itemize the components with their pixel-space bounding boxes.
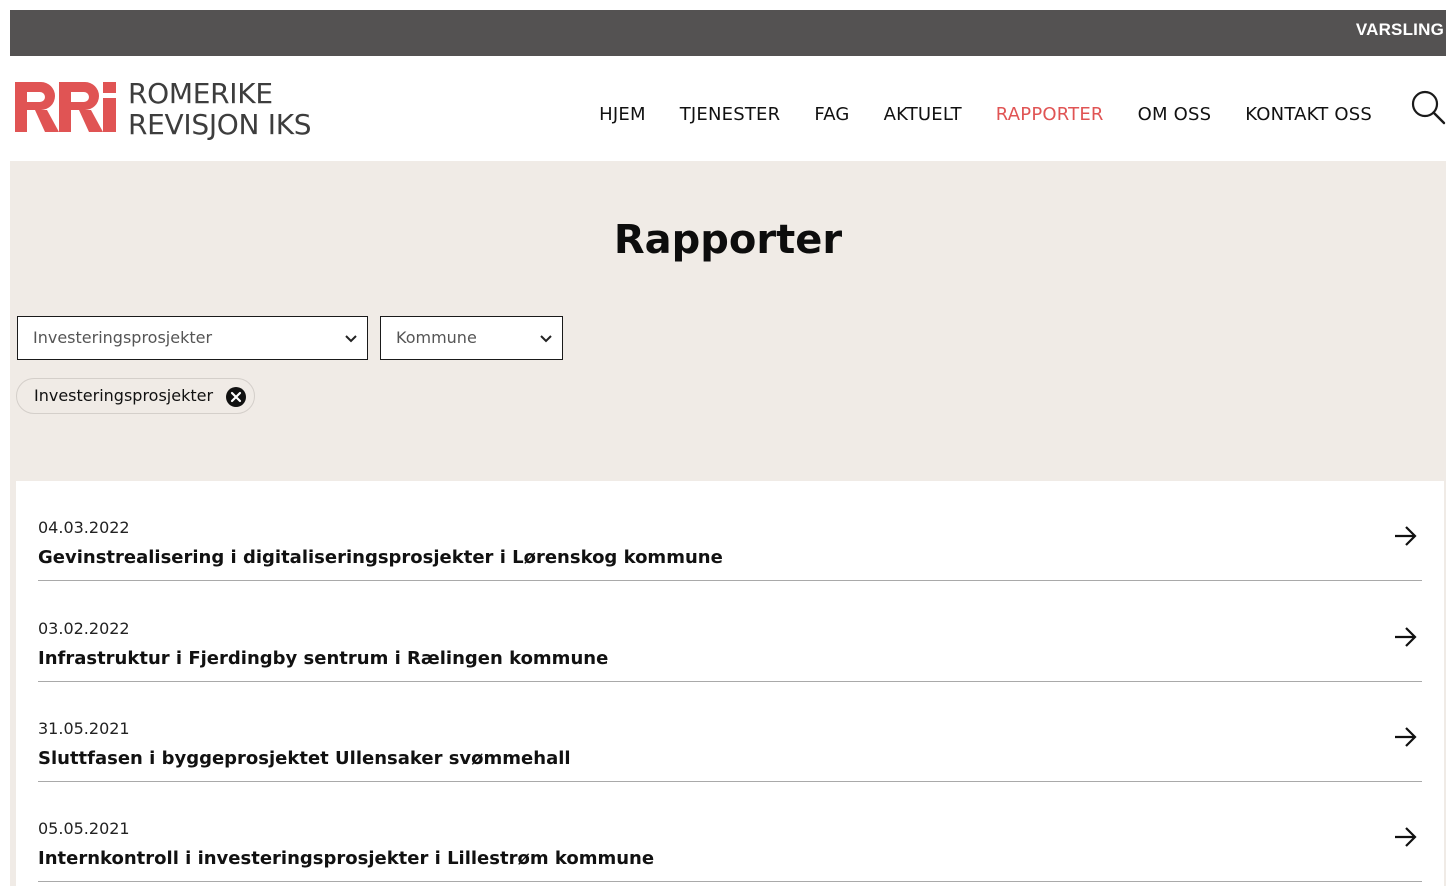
report-title: Internkontroll i investeringsprosjekter … (38, 848, 655, 869)
arrow-right-icon (1395, 627, 1417, 647)
logo-line1: ROMERIKE (128, 77, 273, 110)
search-icon (1411, 90, 1446, 125)
nav-item-fag[interactable]: FAG (814, 104, 849, 125)
municipality-select-value: Kommune (396, 328, 477, 347)
nav-item-hjem[interactable]: HJEM (599, 104, 646, 125)
chevron-down-icon (540, 335, 552, 343)
remove-filter-icon[interactable] (225, 386, 247, 408)
page-title: Rapporter (613, 217, 843, 263)
logo-link[interactable]: ROMERIKE REVISJON IKS (15, 77, 315, 141)
arrow-right-icon (1395, 526, 1417, 546)
report-date: 05.05.2021 (38, 819, 130, 838)
report-title: Sluttfasen i byggeprosjektet Ullensaker … (38, 748, 571, 769)
search-button[interactable] (1410, 89, 1446, 125)
nav-item-om-oss[interactable]: OM OSS (1138, 104, 1212, 125)
report-item[interactable]: 04.03.2022 Gevinstrealisering i digitali… (38, 481, 1422, 581)
logo-text: ROMERIKE REVISJON IKS (128, 77, 312, 141)
main-nav: HJEM TJENESTER FAG AKTUELT RAPPORTER OM … (599, 104, 1372, 125)
rri-logo-icon (15, 82, 116, 132)
report-list: 04.03.2022 Gevinstrealisering i digitali… (16, 481, 1444, 886)
chevron-down-icon (345, 335, 357, 343)
nav-item-kontakt-oss[interactable]: KONTAKT OSS (1245, 104, 1372, 125)
report-item[interactable]: 05.05.2021 Internkontroll i investerings… (38, 782, 1422, 882)
municipality-select[interactable]: Kommune (380, 316, 563, 360)
active-filter-chip: Investeringsprosjekter (16, 378, 255, 414)
report-item[interactable]: 03.02.2022 Infrastruktur i Fjerdingby se… (38, 582, 1422, 682)
report-item[interactable]: 31.05.2021 Sluttfasen i byggeprosjektet … (38, 682, 1422, 782)
nav-item-tjenester[interactable]: TJENESTER (680, 104, 781, 125)
nav-item-rapporter[interactable]: RAPPORTER (996, 104, 1104, 125)
reports-section: Rapporter Investeringsprosjekter Kommune… (10, 161, 1446, 886)
nav-item-aktuelt[interactable]: AKTUELT (884, 104, 962, 125)
report-title: Gevinstrealisering i digitaliseringspros… (38, 547, 723, 568)
active-filter-label: Investeringsprosjekter (34, 386, 214, 405)
varsling-link[interactable]: VARSLING (1356, 10, 1444, 56)
logo-line2: REVISJON IKS (128, 108, 312, 141)
arrow-right-icon (1395, 827, 1417, 847)
report-date: 04.03.2022 (38, 518, 130, 537)
report-date: 03.02.2022 (38, 619, 130, 638)
category-select[interactable]: Investeringsprosjekter (17, 316, 368, 360)
site-header: ROMERIKE REVISJON IKS HJEM TJENESTER FAG… (10, 56, 1446, 161)
report-date: 31.05.2021 (38, 719, 130, 738)
report-title: Infrastruktur i Fjerdingby sentrum i Ræl… (38, 648, 609, 669)
utility-bar: VARSLING (10, 10, 1446, 56)
arrow-right-icon (1395, 727, 1417, 747)
category-select-value: Investeringsprosjekter (33, 328, 213, 347)
